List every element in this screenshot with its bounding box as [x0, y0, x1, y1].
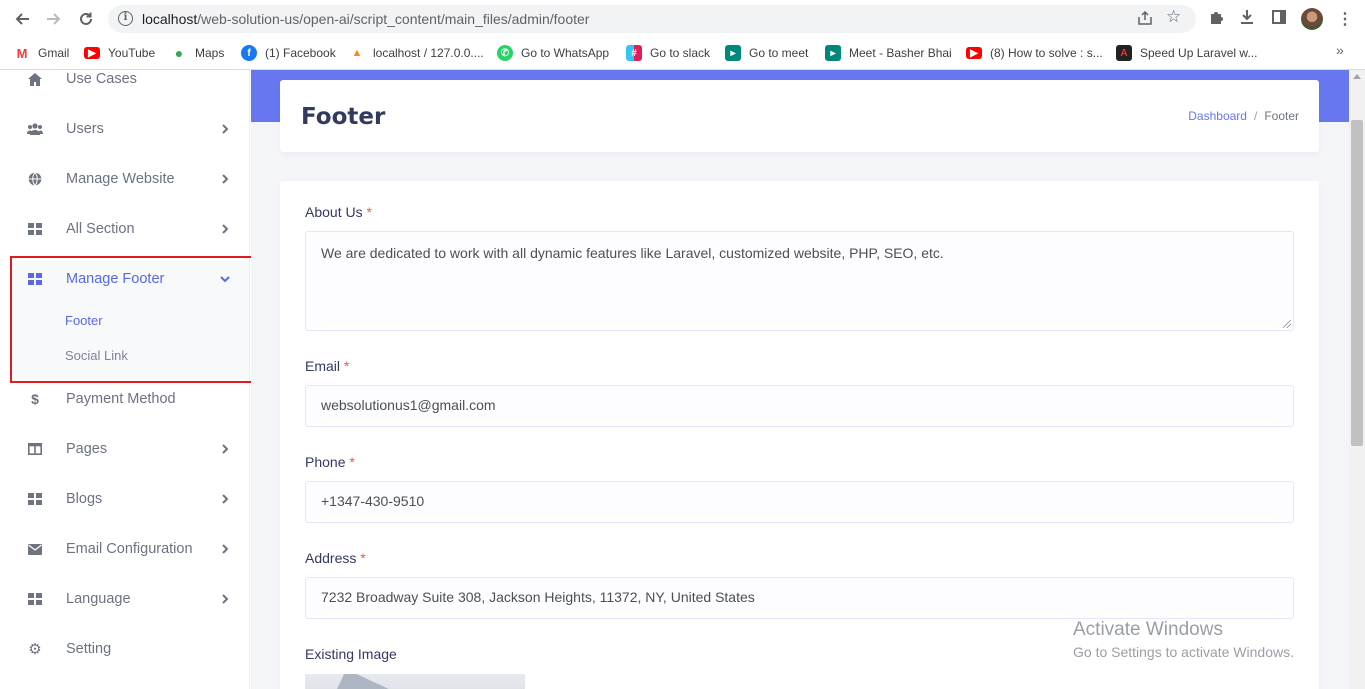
sidebar-item-setting[interactable]: ⚙ Setting — [0, 627, 250, 671]
address-label: Address * — [305, 550, 366, 566]
youtube-icon: ▶ — [966, 47, 982, 59]
bookmark-meet-basher[interactable]: ▸ Meet - Basher Bhai — [825, 43, 952, 63]
menu-kebab-icon[interactable]: ⋮ — [1337, 9, 1353, 29]
main-content: Footer Dashboard / Footer About Us * We ar… — [251, 70, 1349, 689]
chevron-right-icon — [222, 444, 229, 454]
windows-activation-title: Activate Windows — [1073, 619, 1223, 640]
forward-arrow-icon[interactable] — [41, 7, 67, 31]
sidebar-item-all-section[interactable]: All Section — [0, 207, 250, 251]
dollar-icon: $ — [31, 391, 39, 407]
sidebar-item-blogs[interactable]: Blogs — [0, 477, 250, 521]
envelope-icon — [27, 541, 43, 557]
grid-icon — [27, 591, 43, 607]
existing-image-label: Existing Image — [305, 646, 397, 662]
phone-field[interactable]: +1347-430-9510 — [305, 481, 1294, 523]
chevron-right-icon — [222, 594, 229, 604]
columns-icon — [27, 441, 43, 457]
meet-icon: ▸ — [825, 45, 841, 61]
back-arrow-icon[interactable] — [9, 7, 35, 31]
bookmark-slack[interactable]: # Go to slack — [626, 43, 710, 63]
browser-toolbar: i localhost/web-solution-us/open-ai/scri… — [0, 0, 1365, 38]
annotation-highlight-box — [10, 256, 265, 383]
sidebar-item-email-configuration[interactable]: Email Configuration — [0, 527, 250, 571]
breadcrumb-separator: / — [1253, 109, 1258, 123]
email-label: Email * — [305, 358, 350, 374]
sidebar-item-users[interactable]: Users — [0, 107, 250, 151]
windows-activation-subtitle: Go to Settings to activate Windows. — [1073, 644, 1294, 660]
phpmyadmin-icon: ▲ — [351, 47, 363, 59]
address-bar[interactable]: i localhost/web-solution-us/open-ai/scri… — [108, 5, 1196, 33]
page-title: Footer — [301, 104, 386, 130]
globe-icon — [27, 171, 43, 187]
download-icon[interactable] — [1237, 9, 1257, 29]
required-asterisk: * — [343, 358, 350, 374]
chevron-right-icon — [222, 174, 229, 184]
bookmark-whatsapp[interactable]: ✆ Go to WhatsApp — [497, 43, 609, 63]
required-asterisk: * — [360, 550, 366, 566]
breadcrumb: Dashboard / Footer — [1188, 109, 1299, 123]
sidebar-item-payment-method[interactable]: $ Payment Method — [0, 377, 250, 421]
chevron-right-icon — [222, 544, 229, 554]
required-asterisk: * — [349, 454, 355, 470]
about-us-label: About Us * — [305, 204, 372, 220]
users-icon — [27, 121, 43, 137]
sidebar-item-pages[interactable]: Pages — [0, 427, 250, 471]
whatsapp-icon: ✆ — [497, 45, 513, 61]
bookmark-laravel[interactable]: A Speed Up Laravel w... — [1116, 43, 1257, 63]
slack-icon: # — [626, 45, 642, 61]
bookmark-meet[interactable]: ▸ Go to meet — [725, 43, 808, 63]
scrollbar-thumb[interactable] — [1351, 120, 1363, 446]
more-bookmarks-icon[interactable]: » — [1336, 42, 1344, 58]
phone-label: Phone * — [305, 454, 355, 470]
side-panel-icon[interactable] — [1269, 9, 1289, 29]
home-icon — [27, 71, 43, 87]
scroll-up-arrow-icon[interactable] — [1353, 74, 1361, 79]
bookmark-phpmyadmin[interactable]: ▲ localhost / 127.0.0.... — [349, 43, 484, 63]
about-us-textarea[interactable]: We are dedicated to work with all dynami… — [305, 231, 1294, 331]
extensions-icon[interactable] — [1206, 9, 1226, 29]
share-icon[interactable] — [1137, 10, 1153, 26]
footer-form-card: About Us * We are dedicated to work with… — [280, 181, 1319, 689]
sidebar-item-use-cases[interactable]: Use Cases — [0, 57, 250, 101]
grid-icon — [27, 491, 43, 507]
chevron-right-icon — [222, 224, 229, 234]
gear-icon: ⚙ — [28, 641, 42, 658]
email-field[interactable]: websolutionus1@gmail.com — [305, 385, 1294, 427]
scrollbar[interactable] — [1349, 70, 1365, 689]
bookmark-youtube-how-to[interactable]: ▶ (8) How to solve : s... — [966, 43, 1103, 63]
chevron-right-icon — [222, 124, 229, 134]
chevron-right-icon — [222, 494, 229, 504]
profile-avatar[interactable] — [1301, 8, 1323, 30]
sidebar-item-manage-website[interactable]: Manage Website — [0, 157, 250, 201]
reload-icon[interactable] — [73, 7, 99, 31]
meet-icon: ▸ — [725, 45, 741, 61]
grid-icon — [27, 221, 43, 237]
resize-handle-icon[interactable] — [1283, 320, 1291, 328]
address-url[interactable]: localhost/web-solution-us/open-ai/script… — [142, 11, 589, 27]
breadcrumb-dashboard-link[interactable]: Dashboard — [1188, 109, 1247, 123]
bookmark-star-icon[interactable]: ☆ — [1166, 7, 1181, 27]
section-header-card: Footer Dashboard / Footer — [280, 80, 1319, 152]
info-icon[interactable]: i — [118, 11, 133, 26]
breadcrumb-current: Footer — [1264, 109, 1299, 123]
address-field[interactable]: 7232 Broadway Suite 308, Jackson Heights… — [305, 577, 1294, 619]
sidebar-item-language[interactable]: Language — [0, 577, 250, 621]
laravel-icon: A — [1116, 45, 1132, 61]
bookmark-facebook[interactable]: f (1) Facebook — [241, 43, 336, 63]
required-asterisk: * — [366, 204, 372, 220]
existing-image-preview — [305, 674, 525, 689]
